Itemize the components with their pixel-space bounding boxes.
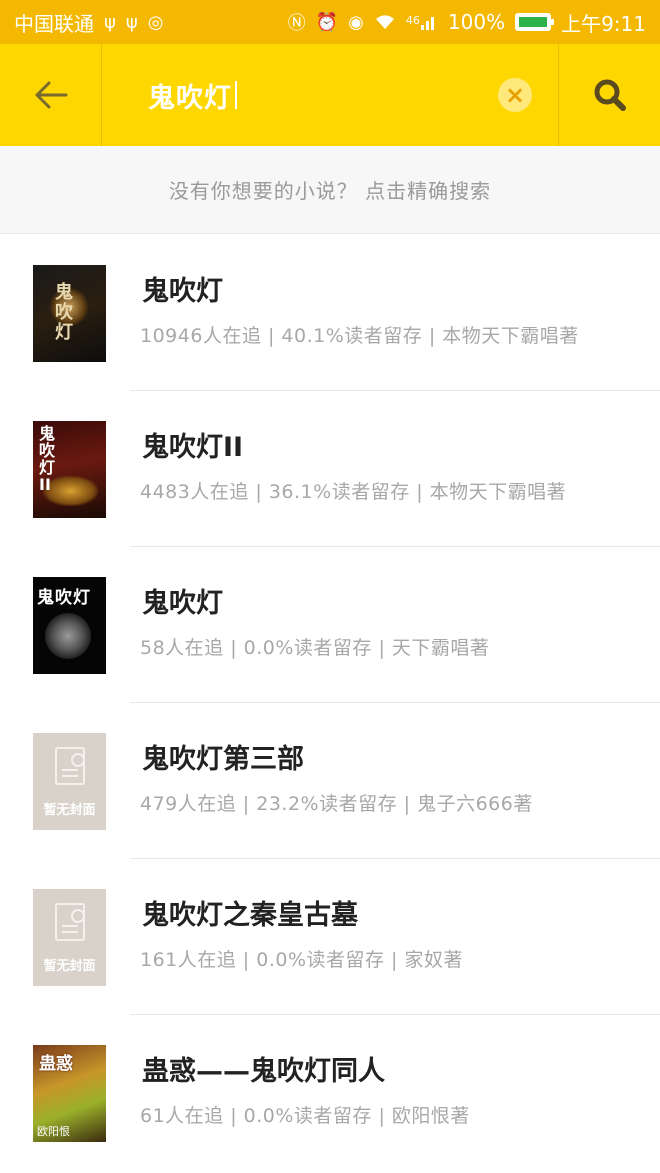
book-meta: 58人在追 | 0.0%读者留存 | 天下霸唱著 [140,637,490,659]
exact-search-hint[interactable]: 没有你想要的小说？ 点击精确搜索 [0,146,660,234]
book-title: 鬼吹灯 [142,588,223,619]
clear-search-button[interactable]: × [498,78,532,112]
battery-percent: 100% [447,10,506,34]
cover-title: 蛊惑 [39,1054,73,1074]
battery-icon [515,13,555,31]
book-meta: 161人在追 | 0.0%读者留存 | 家奴著 [140,949,463,971]
book-title: 蛊惑——鬼吹灯同人 [142,1056,385,1087]
book-meta: 10946人在追 | 40.1%读者留存 | 本物天下霸唱著 [140,325,579,347]
book-meta: 61人在追 | 0.0%读者留存 | 欧阳恨著 [140,1105,470,1127]
status-left: 中国联通 ψ ψ ◎ [14,8,163,37]
book-title: 鬼吹灯之秦皇古墓 [142,900,358,931]
book-cover: 鬼吹灯 [33,577,106,674]
no-cover-label: 暂无封面 [43,959,96,974]
book-cover: 鬼吹灯 [33,265,106,362]
hint-text: 没有你想要的小说？ 点击精确搜索 [168,179,492,203]
book-cover-placeholder: 暂无封面 [33,733,106,830]
book-cover: 蛊惑 欧阳恨 [33,1045,106,1142]
close-icon: × [504,81,526,109]
no-cover-label: 暂无封面 [43,803,96,818]
alarm-icon: ⏰ [315,11,339,33]
search-header: 鬼吹灯 × [0,44,660,146]
book-title: 鬼吹灯II [142,432,244,463]
cover-author: 欧阳恨 [37,1125,70,1138]
result-list: 鬼吹灯 鬼吹灯 10946人在追 | 40.1%读者留存 | 本物天下霸唱著 鬼… [0,235,660,1171]
cover-title: 鬼吹灯II [39,424,56,494]
network-type-label: 46 [405,14,420,27]
list-item[interactable]: 鬼吹灯 鬼吹灯 58人在追 | 0.0%读者留存 | 天下霸唱著 [0,547,660,703]
book-meta: 479人在追 | 23.2%读者留存 | 鬼子六666著 [140,793,533,815]
list-item[interactable]: 鬼吹灯 鬼吹灯 10946人在追 | 40.1%读者留存 | 本物天下霸唱著 [0,235,660,391]
usb-icon: ψ [104,11,116,33]
signal-icon: 46 [406,14,438,30]
list-item[interactable]: 暂无封面 鬼吹灯之秦皇古墓 161人在追 | 0.0%读者留存 | 家奴著 [0,859,660,1015]
search-query-text: 鬼吹灯 [148,82,232,114]
book-cover-placeholder: 暂无封面 [33,889,106,986]
search-input[interactable]: 鬼吹灯 × [102,44,558,146]
book-title: 鬼吹灯第三部 [142,744,304,775]
arrow-left-icon [35,81,67,109]
list-item[interactable]: 蛊惑 欧阳恨 蛊惑——鬼吹灯同人 61人在追 | 0.0%读者留存 | 欧阳恨著 [0,1015,660,1171]
book-meta: 4483人在追 | 36.1%读者留存 | 本物天下霸唱著 [140,481,567,503]
book-title: 鬼吹灯 [142,276,223,307]
cover-title: 鬼吹灯 [55,282,73,343]
list-item[interactable]: 鬼吹灯II 鬼吹灯II 4483人在追 | 36.1%读者留存 | 本物天下霸唱… [0,391,660,547]
back-button[interactable] [0,44,102,146]
search-icon [594,79,626,111]
book-cover: 鬼吹灯II [33,421,106,518]
clock: 上午9:11 [561,11,646,36]
eye-icon: ◉ [348,11,364,33]
sync-icon: ◎ [147,11,164,33]
text-caret [235,81,237,109]
cover-title: 鬼吹灯 [37,588,91,608]
usb-debug-icon: ψ [125,11,138,33]
search-button[interactable] [558,44,660,146]
nfc-icon: Ⓝ [287,13,306,34]
list-item[interactable]: 暂无封面 鬼吹灯第三部 479人在追 | 23.2%读者留存 | 鬼子六666著 [0,703,660,859]
status-right: Ⓝ ⏰ ◉ 46 100% 上午9:11 [288,8,646,37]
status-bar: 中国联通 ψ ψ ◎ Ⓝ ⏰ ◉ 46 100% 上午9:11 [0,0,660,44]
wifi-icon [374,14,396,30]
carrier-label: 中国联通 [14,11,94,36]
